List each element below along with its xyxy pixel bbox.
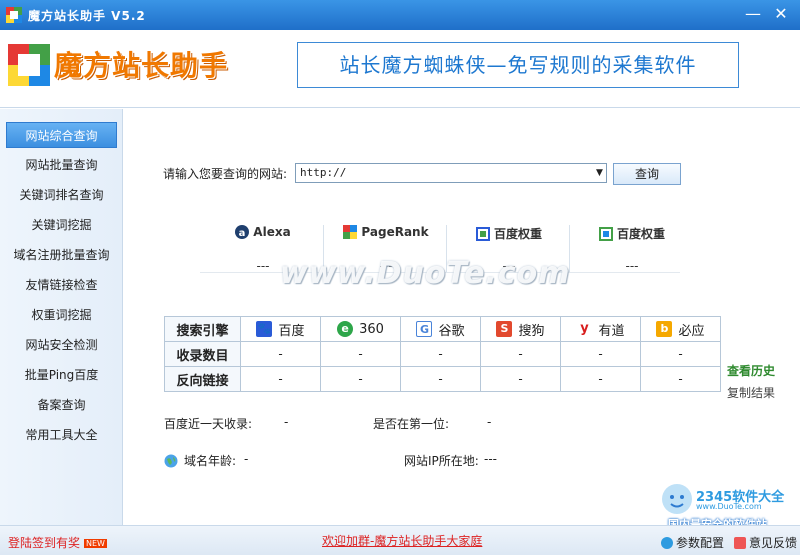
domain-age-row: 域名年龄: bbox=[164, 452, 236, 469]
rank-name-label: PageRank bbox=[361, 225, 429, 239]
table-cell: - bbox=[320, 341, 401, 367]
sidebar-item[interactable]: 网站综合查询 bbox=[6, 122, 117, 148]
table-cell: - bbox=[480, 366, 561, 392]
settings-label: 参数配置 bbox=[676, 536, 725, 550]
table-cell: - bbox=[640, 366, 721, 392]
mascot-icon bbox=[662, 484, 692, 514]
rank-name-label: 百度权重 bbox=[493, 227, 542, 241]
join-group-link[interactable]: 欢迎加群-魔方站长助手大家庭 bbox=[322, 532, 482, 549]
site-ip-value: --- bbox=[484, 452, 497, 466]
sogou-icon: S bbox=[496, 321, 513, 337]
baidu-weight-icon bbox=[475, 227, 490, 241]
table-header-label: 搜索引擎 bbox=[164, 316, 241, 342]
first-position-label: 是否在第一位: bbox=[373, 417, 450, 431]
title-bar: 魔方站长助手 V5.2 — ✕ bbox=[0, 0, 800, 30]
new-badge: NEW bbox=[84, 539, 107, 548]
rank-name-label: Alexa bbox=[253, 225, 291, 239]
sidebar-item[interactable]: 友情链接检查 bbox=[6, 272, 117, 298]
sidebar-item[interactable]: 批量Ping百度 bbox=[6, 362, 117, 388]
360-icon: e bbox=[337, 321, 354, 337]
app-logo-icon bbox=[6, 7, 22, 23]
table-row: 收录数目 - - - - - - bbox=[164, 341, 721, 367]
sidebar-item[interactable]: 网站安全检测 bbox=[6, 332, 117, 358]
youdao-icon: y bbox=[580, 321, 589, 336]
domain-age-label: 域名年龄: bbox=[184, 454, 237, 468]
minimize-button[interactable]: — bbox=[742, 4, 764, 24]
rank-baidu-weight-2: 百度权重 --- bbox=[572, 215, 692, 273]
engine-name: 百度 bbox=[278, 323, 305, 339]
sidebar-item[interactable]: 权重词挖掘 bbox=[6, 302, 117, 328]
alexa-icon: a bbox=[235, 225, 250, 239]
url-input[interactable]: http:// bbox=[295, 163, 607, 183]
feedback-button[interactable]: 意见反馈 bbox=[734, 534, 797, 551]
corner-watermark: 2345软件大全 www.DuoTe.com 国内最安全的软件站 bbox=[656, 478, 800, 532]
sidebar-item[interactable]: 域名注册批量查询 bbox=[6, 242, 117, 268]
table-cell: - bbox=[240, 366, 321, 392]
sidebar-item[interactable]: 备案查询 bbox=[6, 392, 117, 418]
status-bar: 登陆签到有奖 NEW 欢迎加群-魔方站长助手大家庭 参数配置 意见反馈 bbox=[0, 525, 800, 555]
close-button[interactable]: ✕ bbox=[770, 4, 792, 24]
settings-button[interactable]: 参数配置 bbox=[661, 534, 724, 551]
baidu-weight-icon bbox=[598, 227, 613, 241]
table-cell: - bbox=[640, 341, 721, 367]
row-label: 收录数目 bbox=[164, 341, 241, 367]
brand-logo-icon bbox=[8, 44, 50, 86]
query-button[interactable]: 查询 bbox=[613, 163, 681, 185]
table-cell: - bbox=[320, 366, 401, 392]
signin-label: 登陆签到有奖 bbox=[8, 536, 81, 550]
slogan-banner[interactable]: 站长魔方蜘蛛侠—免写规则的采集软件 bbox=[297, 42, 739, 88]
rank-name-label: 百度权重 bbox=[616, 227, 665, 241]
site-ip-label: 网站IP所在地: bbox=[404, 454, 479, 468]
bing-icon: b bbox=[656, 321, 673, 337]
sidebar-item[interactable]: 关键词挖掘 bbox=[6, 212, 117, 238]
feedback-label: 意见反馈 bbox=[749, 536, 798, 550]
chevron-down-icon[interactable]: ▼ bbox=[593, 164, 606, 182]
pagerank-icon bbox=[343, 225, 358, 239]
search-engine-table: 搜索引擎 🐾 百度 e 360 G 谷歌 S 搜狗 y 有道 b 必应 收录数目 - - -… bbox=[164, 316, 721, 392]
watermark: www.DuoTe.com bbox=[280, 256, 571, 291]
table-cell: - bbox=[400, 341, 481, 367]
baidu-recent-value: - bbox=[284, 415, 289, 429]
domain-age-value: - bbox=[244, 452, 249, 466]
row-label: 反向链接 bbox=[164, 366, 241, 392]
sidebar-item[interactable]: 常用工具大全 bbox=[6, 422, 117, 448]
engine-name: 有道 bbox=[598, 323, 625, 339]
table-cell: - bbox=[560, 341, 641, 367]
rank-value: --- bbox=[625, 259, 639, 273]
table-cell: - bbox=[560, 366, 641, 392]
corner-url: www.DuoTe.com bbox=[696, 502, 762, 511]
view-history-link[interactable]: 查看历史 bbox=[727, 362, 775, 379]
copy-result-link[interactable]: 复制结果 bbox=[727, 384, 775, 401]
first-position-value: - bbox=[487, 415, 492, 429]
table-cell: - bbox=[400, 366, 481, 392]
engine-name: 谷歌 bbox=[438, 323, 465, 339]
sidebar-item[interactable]: 关键词排名查询 bbox=[6, 182, 117, 208]
signin-reward-link[interactable]: 登陆签到有奖 NEW bbox=[8, 534, 107, 551]
url-label: 请输入您要查询的网站: bbox=[163, 167, 288, 181]
table-cell: - bbox=[240, 341, 321, 367]
window-title: 魔方站长助手 V5.2 bbox=[28, 9, 146, 23]
table-cell: - bbox=[480, 341, 561, 367]
engine-name: 360 bbox=[359, 321, 384, 337]
globe-icon bbox=[164, 454, 178, 468]
google-icon: G bbox=[416, 321, 433, 337]
feedback-icon bbox=[734, 537, 746, 549]
table-header-row: 搜索引擎 🐾 百度 e 360 G 谷歌 S 搜狗 y 有道 b 必应 bbox=[164, 316, 721, 342]
engine-name: 搜狗 bbox=[518, 323, 545, 339]
header: 魔方站长助手 站长魔方蜘蛛侠—免写规则的采集软件 bbox=[0, 30, 800, 108]
brand-logo-text: 魔方站长助手 bbox=[54, 49, 229, 82]
gear-icon bbox=[661, 537, 673, 549]
engine-name: 必应 bbox=[678, 323, 705, 339]
baidu-recent-label: 百度近一天收录: bbox=[164, 417, 253, 431]
sidebar-item[interactable]: 网站批量查询 bbox=[6, 152, 117, 178]
table-row: 反向链接 - - - - - - bbox=[164, 366, 721, 392]
baidu-icon: 🐾 bbox=[256, 321, 273, 337]
svg-text:a: a bbox=[239, 228, 246, 239]
